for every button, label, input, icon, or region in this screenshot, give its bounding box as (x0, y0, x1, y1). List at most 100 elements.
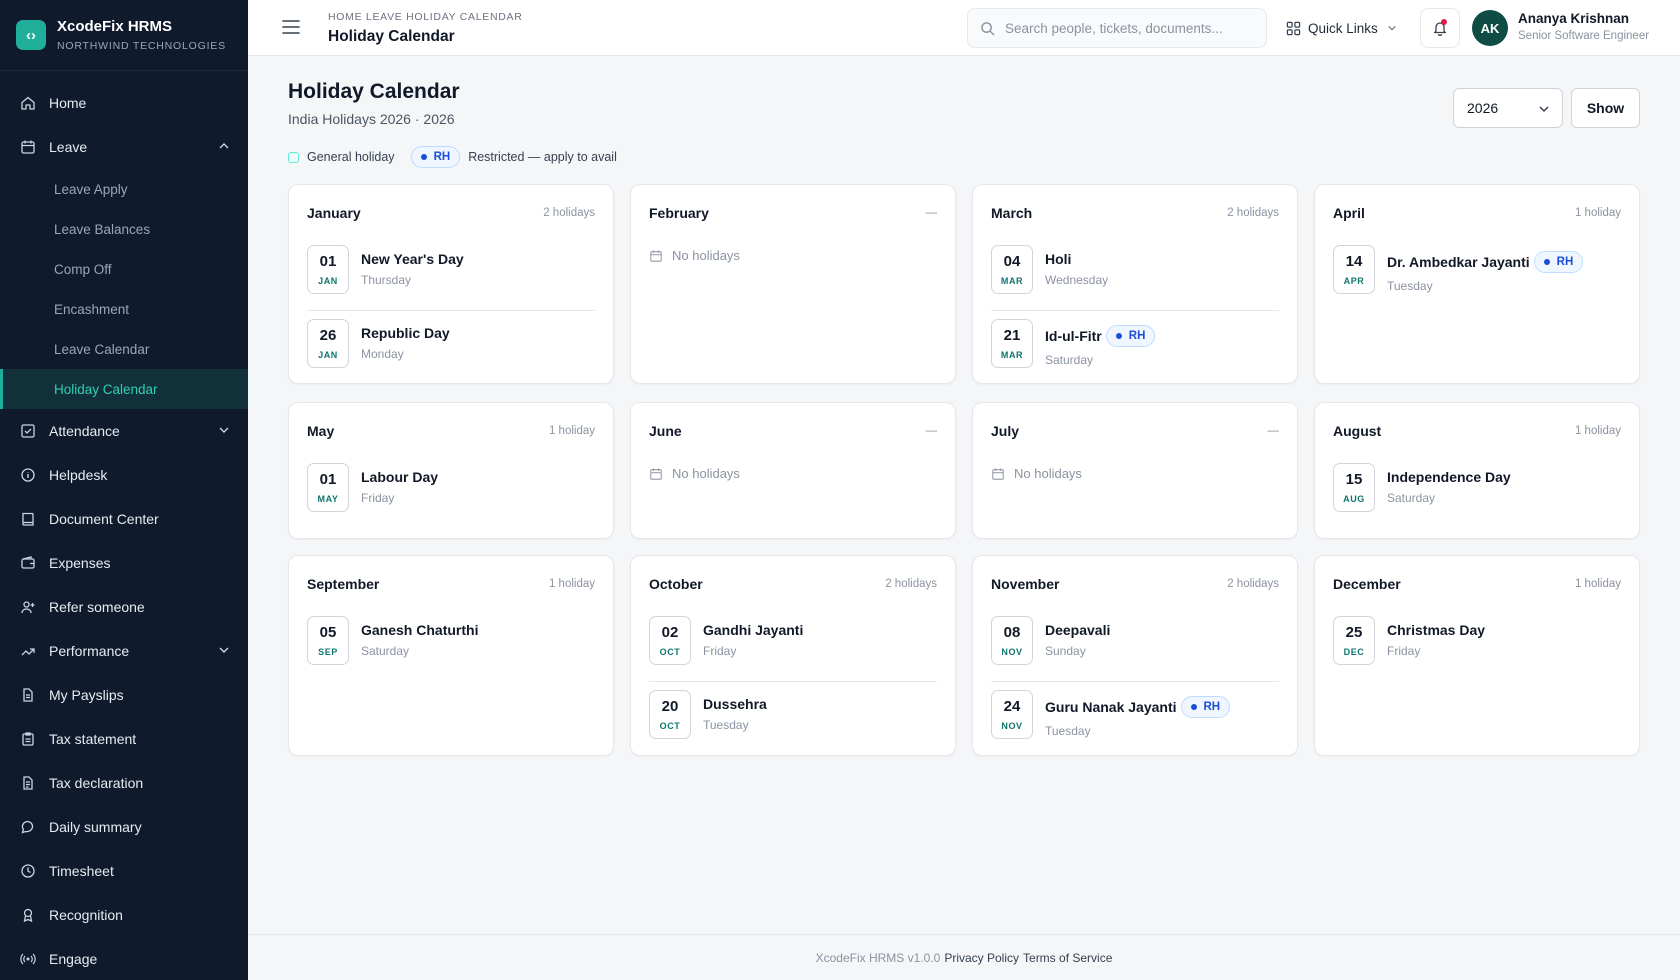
dot-icon (1190, 704, 1197, 710)
date-month: JAN (318, 276, 338, 286)
sidebar-item-tax-statement[interactable]: Tax statement (0, 717, 248, 761)
book-icon (20, 511, 36, 527)
chevron-down-icon[interactable] (218, 644, 230, 656)
holiday-name: Republic Day (361, 325, 450, 341)
quick-links-button[interactable]: Quick Links (1286, 16, 1397, 40)
holiday-item[interactable]: 21 MAR Id-ul-Fitr RH Saturday (991, 319, 1279, 385)
home-icon (20, 95, 36, 111)
month-name: June (649, 423, 682, 439)
sidebar-item-performance[interactable]: Performance (0, 629, 248, 673)
holiday-item[interactable]: 01 MAY Labour Day Friday (307, 463, 595, 529)
holiday-name-row: Labour Day (361, 469, 438, 485)
chevron-down-icon[interactable] (218, 424, 230, 436)
sidebar-item-timesheet[interactable]: Timesheet (0, 849, 248, 893)
sidebar-item-daily-summary[interactable]: Daily summary (0, 805, 248, 849)
brand[interactable]: ‹› XcodeFix HRMS NORTHWIND TECHNOLOGIES (0, 0, 248, 71)
holiday-item[interactable]: 01 JAN New Year's Day Thursday (307, 245, 595, 311)
sidebar-item-label: Engage (49, 951, 98, 967)
month-name: July (991, 423, 1020, 439)
sidebar-item-tax-declaration[interactable]: Tax declaration (0, 761, 248, 805)
date-day: 04 (1003, 253, 1021, 270)
holiday-name: Christmas Day (1387, 622, 1486, 638)
sidebar-subitem-holiday-calendar[interactable]: Holiday Calendar (0, 369, 248, 409)
no-holidays: No holidays (649, 466, 740, 481)
holiday-name: Dr. Ambedkar Jayanti (1387, 254, 1530, 270)
privacy-policy-link[interactable]: Privacy Policy (944, 951, 1019, 965)
sidebar-subitem-comp-off[interactable]: Comp Off (0, 249, 248, 289)
year-select-value: 2026 (1467, 100, 1499, 116)
month-card-july: July — No holidays (972, 402, 1298, 539)
sidebar-subitem-leave-balances[interactable]: Leave Balances (0, 209, 248, 249)
month-name: March (991, 205, 1033, 221)
month-header: November 2 holidays (991, 576, 1279, 592)
month-name: December (1333, 576, 1401, 592)
date-day: 15 (1345, 471, 1363, 488)
month-header: February — (649, 205, 937, 221)
terms-of-service-link[interactable]: Terms of Service (1023, 951, 1112, 965)
no-holidays: No holidays (649, 248, 740, 263)
holiday-item[interactable]: 26 JAN Republic Day Monday (307, 319, 595, 385)
sidebar-item-label: Document Center (49, 511, 159, 527)
user-name[interactable]: Ananya Krishnan (1518, 11, 1629, 26)
date-month: SEP (318, 647, 338, 657)
sidebar-item-refer-someone[interactable]: Refer someone (0, 585, 248, 629)
show-button[interactable]: Show (1571, 88, 1640, 128)
date-day: 24 (1003, 698, 1021, 715)
holiday-name-row: Independence Day (1387, 469, 1511, 485)
date-month: MAY (317, 494, 339, 504)
sidebar-subitem-leave-calendar[interactable]: Leave Calendar (0, 329, 248, 369)
sidebar-item-helpdesk[interactable]: Helpdesk (0, 453, 248, 497)
date-badge: 24 NOV (991, 690, 1033, 739)
sidebar-subitem-leave-apply[interactable]: Leave Apply (0, 169, 248, 209)
holiday-item[interactable]: 04 MAR Holi Wednesday (991, 245, 1279, 311)
notifications-button[interactable] (1420, 8, 1460, 48)
dot-icon (420, 154, 427, 160)
holiday-item[interactable]: 15 AUG Independence Day Saturday (1333, 463, 1621, 529)
user-plus-icon (20, 599, 36, 615)
holiday-count: 1 holiday (1574, 578, 1621, 590)
breadcrumb: HOME LEAVE HOLIDAY CALENDAR (328, 11, 523, 23)
sidebar-item-leave[interactable]: Leave (0, 125, 248, 169)
holiday-item[interactable]: 05 SEP Ganesh Chaturthi Saturday (307, 616, 595, 682)
broadcast-icon (20, 951, 36, 967)
month-card-may: May 1 holiday 01 MAY Labour Day Friday (288, 402, 614, 539)
holiday-item[interactable]: 24 NOV Guru Nanak Jayanti RH Tuesday (991, 690, 1279, 756)
sidebar-item-recognition[interactable]: Recognition (0, 893, 248, 937)
chat-icon (20, 819, 36, 835)
month-card-october: October 2 holidays 02 OCT Gandhi Jayanti Frid… (630, 555, 956, 756)
sidebar-item-my-payslips[interactable]: My Payslips (0, 673, 248, 717)
trending-up-icon (20, 643, 36, 659)
sidebar-item-expenses[interactable]: Expenses (0, 541, 248, 585)
month-card-december: December 1 holiday 25 DEC Christmas Day Frida… (1314, 555, 1640, 756)
holiday-weekday: Thursday (361, 273, 412, 287)
sidebar-item-home[interactable]: Home (0, 81, 248, 125)
rh-badge: RH (1180, 696, 1231, 718)
holiday-item[interactable]: 20 OCT Dussehra Tuesday (649, 690, 937, 756)
avatar[interactable]: AK (1472, 10, 1508, 46)
holiday-name-row: Republic Day (361, 325, 450, 341)
holiday-name-row: Guru Nanak Jayanti RH (1045, 696, 1231, 718)
page-subtitle: India Holidays 2026 · 2026 (288, 111, 455, 127)
holiday-weekday: Tuesday (1387, 279, 1433, 293)
sidebar-item-engage[interactable]: Engage (0, 937, 248, 980)
search-input[interactable] (1005, 20, 1255, 36)
hamburger-menu-icon[interactable] (282, 19, 300, 35)
file-icon (20, 687, 36, 703)
holiday-weekday: Sunday (1045, 644, 1086, 658)
holiday-item[interactable]: 02 OCT Gandhi Jayanti Friday (649, 616, 937, 682)
holiday-item[interactable]: 08 NOV Deepavali Sunday (991, 616, 1279, 682)
holiday-item[interactable]: 25 DEC Christmas Day Friday (1333, 616, 1621, 682)
holiday-name-row: Gandhi Jayanti (703, 622, 803, 638)
sidebar-item-document-center[interactable]: Document Center (0, 497, 248, 541)
sidebar-item-attendance[interactable]: Attendance (0, 409, 248, 453)
chevron-up-icon[interactable] (218, 140, 230, 152)
month-name: August (1333, 423, 1382, 439)
search-box[interactable] (967, 8, 1267, 48)
holiday-item[interactable]: 14 APR Dr. Ambedkar Jayanti RH Tuesday (1333, 245, 1621, 311)
month-name: January (307, 205, 361, 221)
date-month: MAR (1000, 276, 1024, 286)
sidebar-item-label: Timesheet (49, 863, 114, 879)
sidebar-subitem-encashment[interactable]: Encashment (0, 289, 248, 329)
holiday-name: Id-ul-Fitr (1045, 328, 1102, 344)
year-select[interactable]: 2026 (1453, 88, 1563, 128)
